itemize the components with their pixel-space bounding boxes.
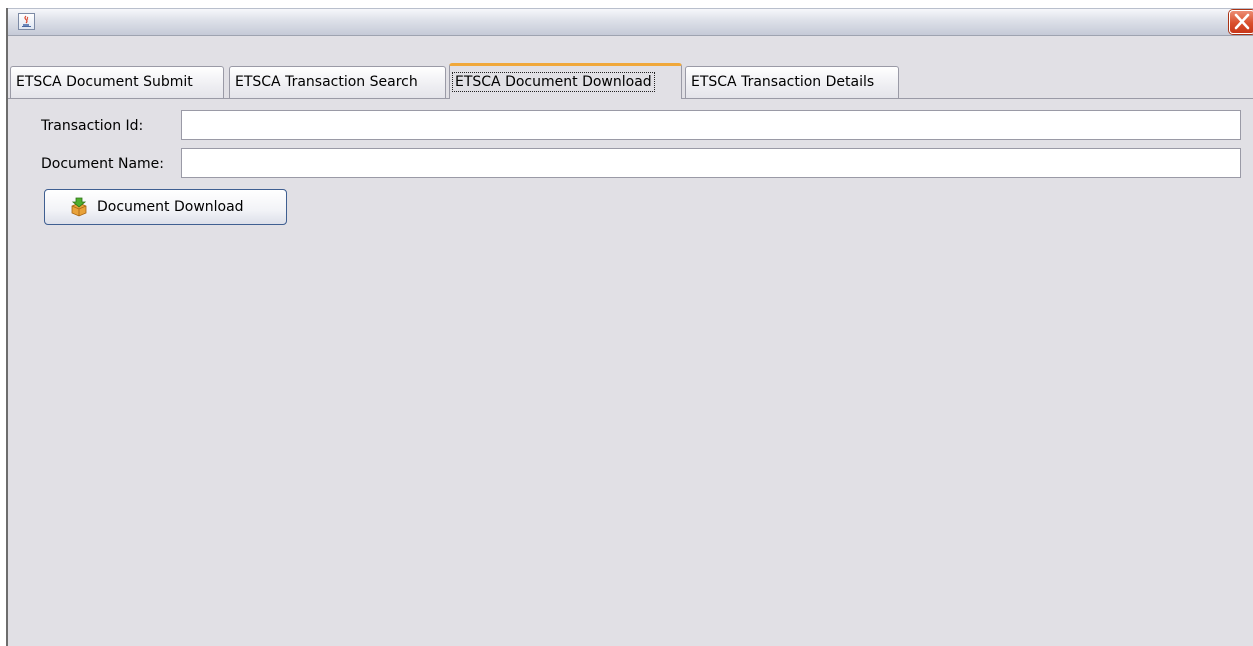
transaction-id-label: Transaction Id: (41, 118, 144, 134)
tab-transaction-search[interactable]: ETSCA Transaction Search (229, 66, 446, 98)
java-cup-icon[interactable] (18, 13, 35, 30)
document-download-button[interactable]: Document Download (44, 189, 287, 225)
document-download-label: Document Download (97, 199, 244, 215)
title-bar (8, 8, 1253, 36)
download-box-icon (71, 197, 87, 217)
document-name-label: Document Name: (41, 156, 164, 172)
close-x-icon (1234, 13, 1250, 30)
document-name-input[interactable] (181, 148, 1241, 178)
tab-document-submit[interactable]: ETSCA Document Submit (10, 66, 224, 98)
transaction-id-input[interactable] (181, 110, 1241, 140)
tab-document-download[interactable]: ETSCA Document Download (449, 63, 682, 99)
app-window: ETSCA Document Submit ETSCA Transaction … (6, 8, 1253, 646)
close-button[interactable] (1229, 10, 1253, 34)
tab-transaction-details[interactable]: ETSCA Transaction Details (685, 66, 899, 98)
